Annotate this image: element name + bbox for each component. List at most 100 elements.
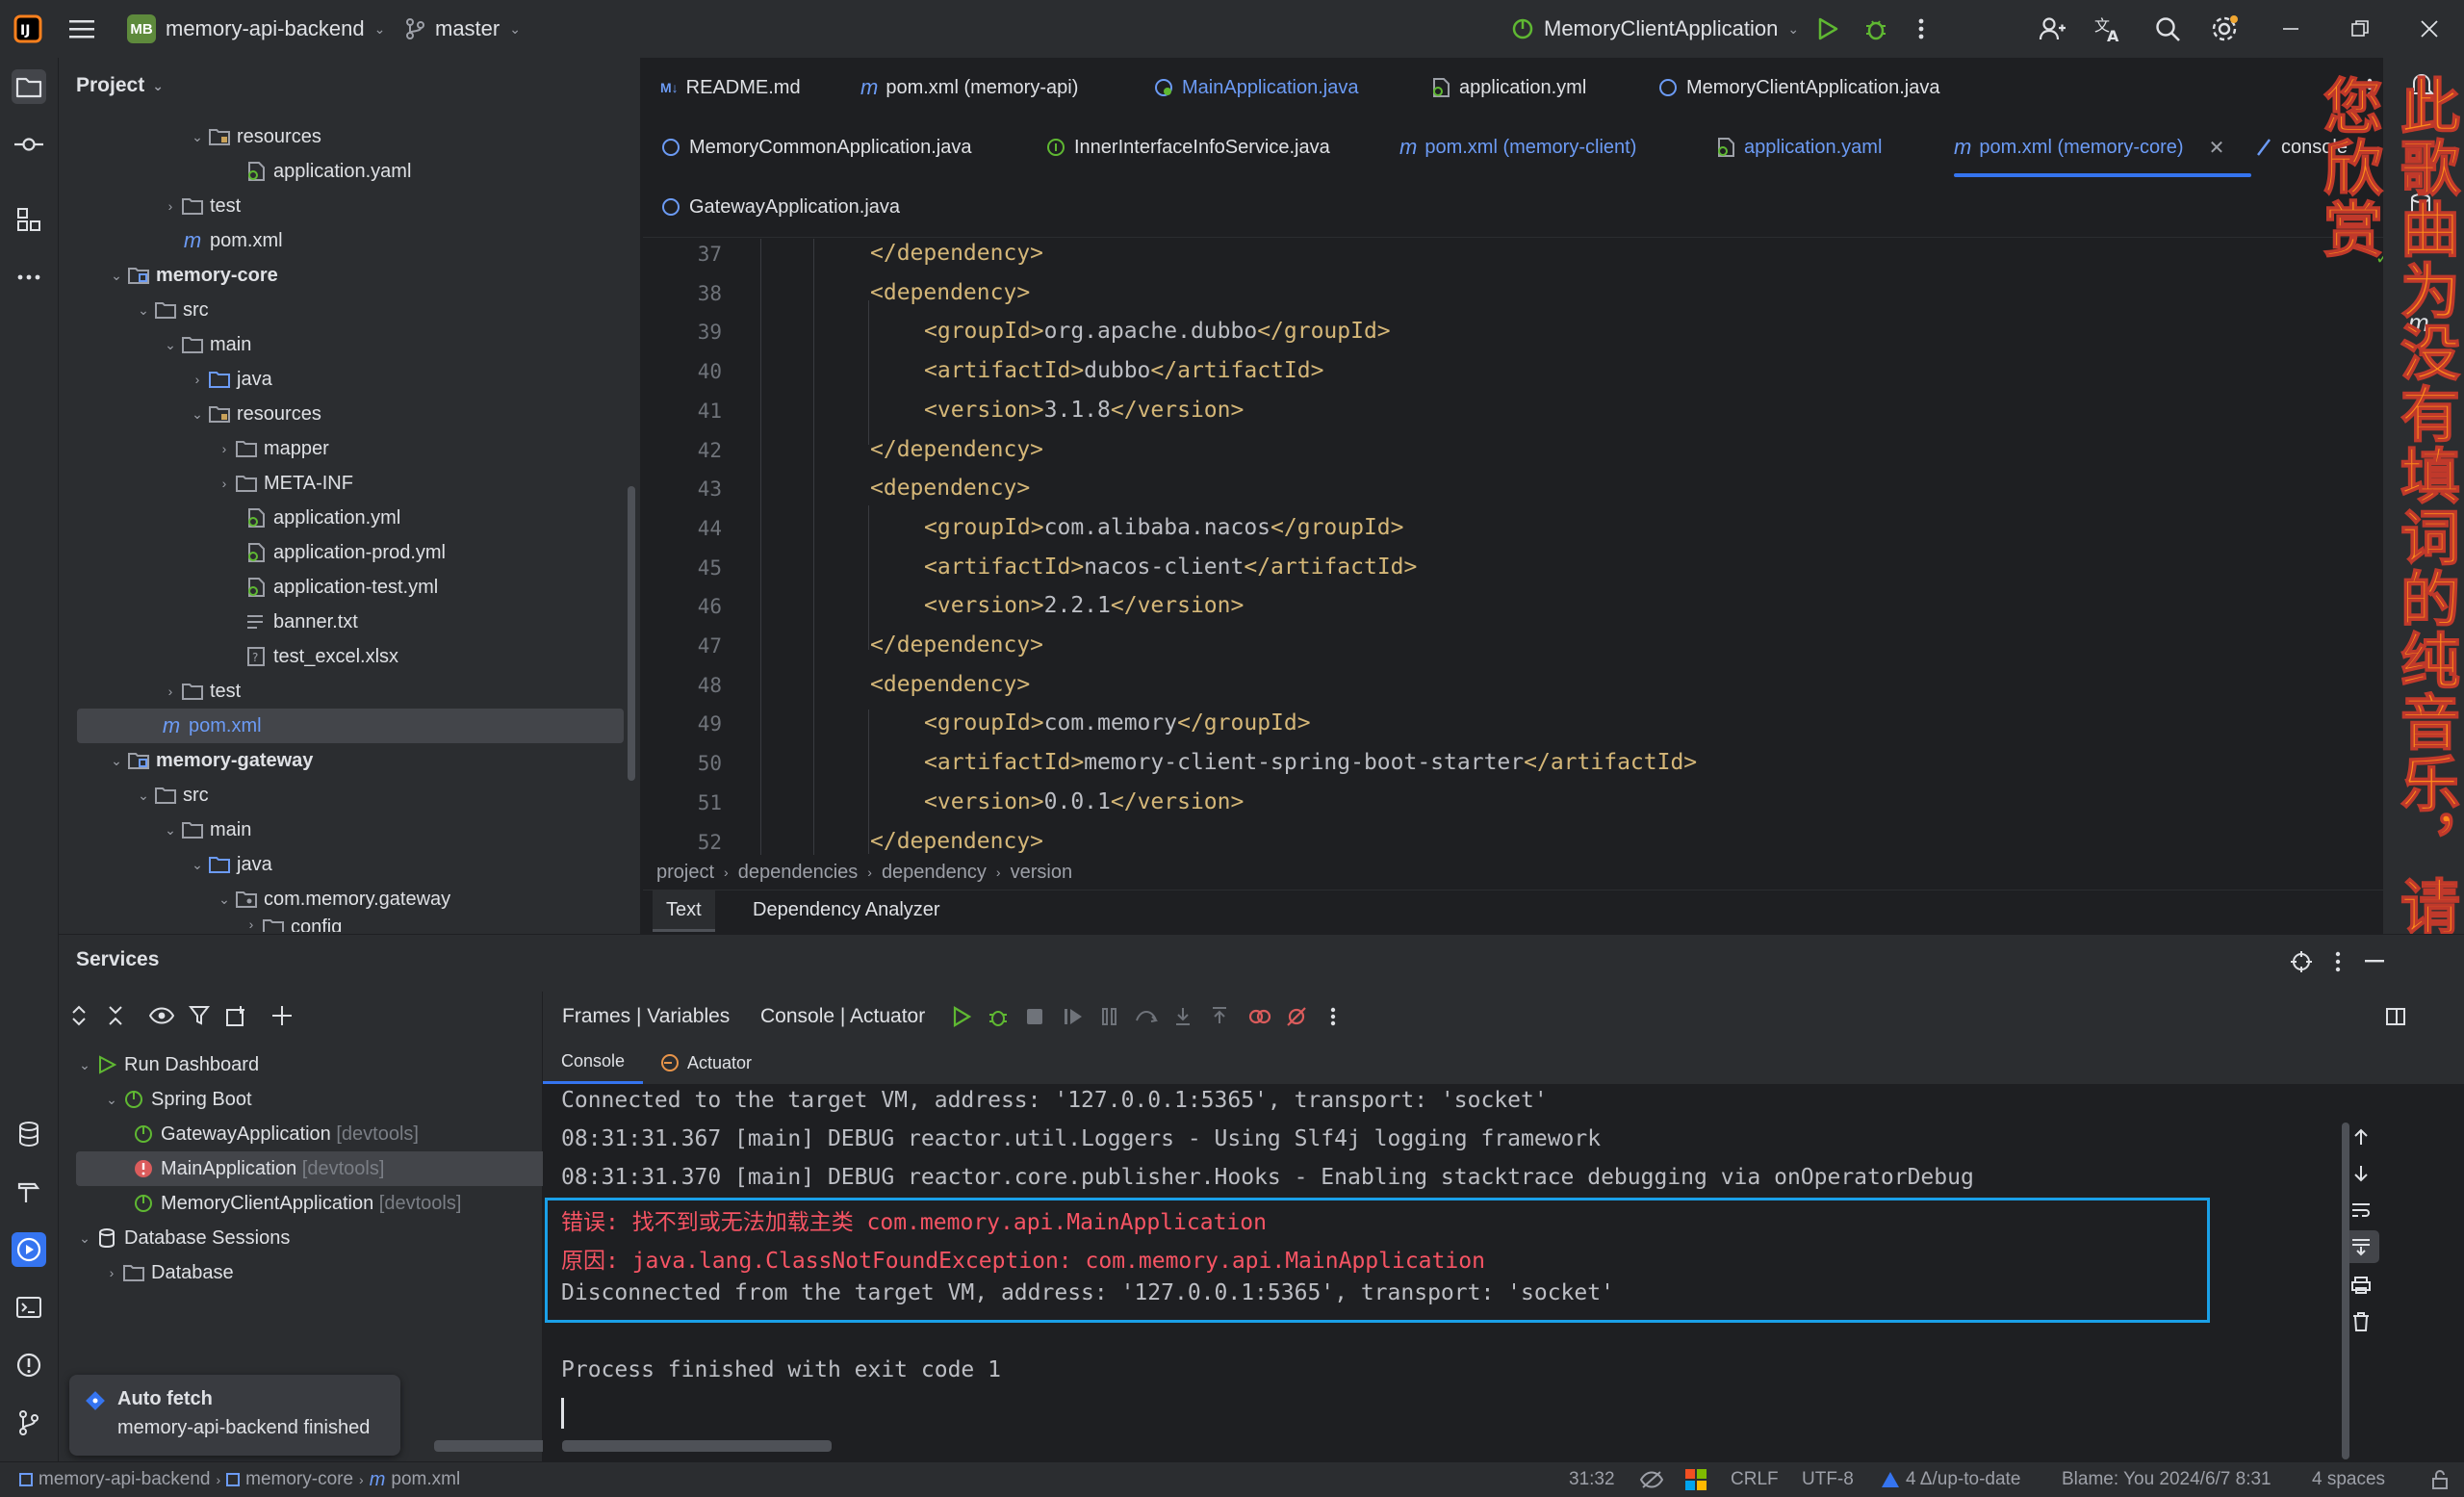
tab-application-yaml[interactable]: application.yaml <box>1715 117 1882 177</box>
tree-item[interactable]: › config <box>241 916 342 932</box>
soft-wrap-icon[interactable] <box>2347 1196 2375 1225</box>
tab-memory-common-application[interactable]: MemoryCommonApplication.java <box>660 117 971 177</box>
git-icon[interactable] <box>12 1406 46 1440</box>
problems-icon[interactable] <box>12 1348 46 1382</box>
breadcrumb-item[interactable]: dependencies <box>738 862 859 884</box>
service-item-database-sessions[interactable]: ⌄ Database Sessions <box>74 1221 290 1255</box>
service-item-gateway[interactable]: GatewayApplication [devtools] <box>132 1117 419 1151</box>
settings-gear-icon[interactable] <box>2210 0 2239 58</box>
search-icon[interactable] <box>2154 0 2181 58</box>
service-item-database[interactable]: › Database <box>101 1255 234 1290</box>
service-item-spring-boot[interactable]: ⌄ Spring Boot <box>101 1082 251 1117</box>
tree-item[interactable]: application.yml <box>244 501 400 535</box>
expand-all-icon[interactable] <box>64 1001 93 1030</box>
add-user-icon[interactable] <box>2039 0 2066 58</box>
print-icon[interactable] <box>2347 1271 2375 1300</box>
console-horizontal-scrollbar[interactable] <box>562 1440 832 1452</box>
status-caret-position[interactable]: 31:32 <box>1569 1462 1615 1497</box>
status-indent[interactable]: 4 spaces <box>2312 1462 2385 1497</box>
tree-item[interactable]: application-test.yml <box>244 570 438 605</box>
app-logo-icon[interactable]: IJ <box>13 0 42 58</box>
tab-text[interactable]: Text <box>653 890 715 932</box>
tab-inner-interface-info-service[interactable]: InnerInterfaceInfoService.java <box>1045 117 1330 177</box>
tree-item[interactable]: ⌄ main <box>160 327 251 362</box>
tree-item[interactable]: ⌄ com.memory.gateway <box>214 882 450 916</box>
close-window-icon[interactable] <box>2420 0 2439 58</box>
more-options-icon[interactable] <box>2334 950 2342 973</box>
subtab-console[interactable]: Console <box>543 1042 643 1084</box>
status-line-separator[interactable]: CRLF <box>1731 1462 1779 1497</box>
breadcrumb-item[interactable]: dependency <box>882 862 987 884</box>
tab-console-actuator[interactable]: Console | Actuator <box>760 1005 925 1028</box>
subtab-actuator[interactable]: Actuator <box>660 1042 752 1084</box>
console-scrollbar[interactable] <box>2342 1123 2349 1459</box>
crosshair-icon[interactable] <box>2290 950 2313 973</box>
view-options-icon[interactable] <box>147 1001 176 1030</box>
step-into-icon[interactable] <box>1168 1002 1197 1031</box>
minimize-window-icon[interactable] <box>2281 0 2300 58</box>
tab-pom-memory-client[interactable]: m pom.xml (memory-client) <box>1399 117 1636 177</box>
layout-settings-icon[interactable] <box>2381 1002 2410 1031</box>
collapse-all-icon[interactable] <box>101 1001 130 1030</box>
tree-item[interactable]: application-prod.yml <box>244 535 446 570</box>
view-breakpoints-icon[interactable] <box>1245 1002 1274 1031</box>
service-item-run-dashboard[interactable]: ⌄ Run Dashboard <box>74 1047 259 1082</box>
run-button[interactable] <box>1817 0 1838 58</box>
tab-frames-variables[interactable]: Frames | Variables <box>562 1005 730 1028</box>
rerun-icon[interactable] <box>947 1002 976 1031</box>
add-service-icon[interactable] <box>269 1001 297 1030</box>
tree-item[interactable]: ⌄ main <box>160 813 251 847</box>
tree-item-selected[interactable]: m pom.xml <box>77 709 624 743</box>
tab-application-yml[interactable]: application.yml <box>1430 58 1586 117</box>
step-over-icon[interactable] <box>1132 1002 1161 1031</box>
terminal-icon[interactable] <box>12 1290 46 1325</box>
readonly-toggle-icon[interactable] <box>1640 1462 1663 1497</box>
minimize-panel-icon[interactable] <box>2365 960 2386 964</box>
debug-bug-icon[interactable] <box>984 1002 1013 1031</box>
tree-item[interactable]: ⌄ src <box>133 293 209 327</box>
run-config-selector[interactable]: MemoryClientApplication ⌄ <box>1511 0 1799 58</box>
project-folder-icon[interactable] <box>12 69 46 104</box>
mute-breakpoints-icon[interactable] <box>1282 1002 1311 1031</box>
status-encoding[interactable]: UTF-8 <box>1802 1462 1854 1497</box>
more-tools-icon[interactable] <box>12 260 46 295</box>
auto-fetch-notification[interactable]: Auto fetch memory-api-backend finished <box>69 1375 400 1456</box>
main-menu-icon[interactable] <box>69 0 96 58</box>
windows-logo-icon[interactable] <box>1684 1462 1707 1497</box>
status-vcs[interactable]: 4 Δ/up-to-date <box>1881 1462 2020 1497</box>
resume-icon[interactable] <box>1059 1002 1088 1031</box>
arrow-down-icon[interactable] <box>2347 1159 2375 1188</box>
more-actions-icon[interactable] <box>1319 1002 1348 1031</box>
tab-readme[interactable]: M↓ README.md <box>660 58 801 117</box>
tree-item[interactable]: application.yaml <box>244 154 411 189</box>
service-item-memory-client[interactable]: MemoryClientApplication [devtools] <box>132 1186 461 1221</box>
status-blame[interactable]: Blame: You 2024/6/7 8:31 <box>2062 1462 2272 1497</box>
tree-item[interactable]: ⌄ resources <box>187 397 321 431</box>
project-selector[interactable]: MB memory-api-backend ⌄ <box>127 0 385 58</box>
trash-icon[interactable] <box>2347 1307 2375 1336</box>
tab-memory-client-application[interactable]: MemoryClientApplication.java <box>1657 58 1939 117</box>
tree-item[interactable]: banner.txt <box>244 605 358 639</box>
new-tab-icon[interactable] <box>222 1001 251 1030</box>
service-item-main-application[interactable]: MainApplication [devtools] <box>76 1151 584 1186</box>
tree-item[interactable]: ⌄ resources <box>187 119 321 154</box>
more-actions-icon[interactable] <box>1917 0 1925 58</box>
tree-item[interactable]: ⌄ memory-gateway <box>106 743 313 778</box>
database-icon[interactable] <box>12 1117 46 1151</box>
tree-item[interactable]: ⌄ memory-core <box>106 258 278 293</box>
services-icon[interactable] <box>12 1232 46 1267</box>
close-tab-icon[interactable]: ✕ <box>2209 136 2225 160</box>
filter-icon[interactable] <box>186 1001 215 1030</box>
project-view-selector[interactable]: Project ⌄ <box>76 74 164 97</box>
tab-main-application[interactable]: MainApplication.java <box>1153 58 1358 117</box>
build-hammer-icon[interactable] <box>12 1174 46 1209</box>
breadcrumb-item[interactable]: project <box>656 862 714 884</box>
tree-item[interactable]: › test <box>160 189 242 223</box>
tree-item[interactable]: › META-INF <box>214 466 353 501</box>
tab-gateway-application[interactable]: GatewayApplication.java <box>660 177 900 237</box>
translate-icon[interactable]: 文A <box>2094 0 2123 58</box>
restore-window-icon[interactable] <box>2350 0 2370 58</box>
arrow-up-icon[interactable] <box>2347 1123 2375 1151</box>
breadcrumb-item[interactable]: version <box>1011 862 1072 884</box>
lock-icon[interactable] <box>2431 1462 2449 1497</box>
